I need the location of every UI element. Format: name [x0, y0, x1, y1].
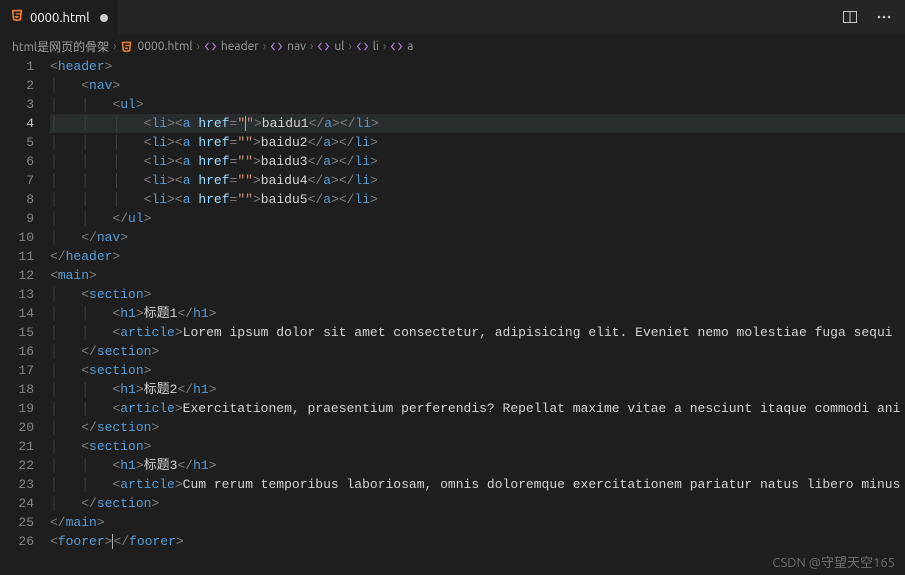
split-editor-icon[interactable]	[839, 6, 861, 28]
chevron-right-icon: ›	[197, 40, 200, 53]
line-number[interactable]: 8	[0, 190, 34, 209]
watermark: CSDN @守望天空165	[772, 552, 895, 571]
code-line[interactable]: │ <section>	[50, 285, 905, 304]
line-number[interactable]: 7	[0, 171, 34, 190]
line-number[interactable]: 1	[0, 57, 34, 76]
breadcrumb-ul[interactable]: ul	[334, 40, 344, 53]
line-number[interactable]: 4	[0, 114, 34, 133]
line-number[interactable]: 11	[0, 247, 34, 266]
symbol-tag-icon	[390, 40, 403, 53]
breadcrumb-li[interactable]: li	[373, 40, 379, 53]
code-line[interactable]: │ │ │ <li><a href="">baidu1</a></li>	[50, 114, 905, 133]
editor: 1234567891011121314151617181920212223242…	[0, 57, 905, 575]
breadcrumb-root[interactable]: html是网页的骨架	[12, 38, 109, 55]
breadcrumb-file[interactable]: 0000.html	[137, 40, 192, 53]
symbol-tag-icon	[270, 40, 283, 53]
line-number[interactable]: 14	[0, 304, 34, 323]
more-actions-icon[interactable]	[873, 6, 895, 28]
chevron-right-icon: ›	[113, 40, 116, 53]
code-line[interactable]: │ │ <article>Lorem ipsum dolor sit amet …	[50, 323, 905, 342]
line-number[interactable]: 3	[0, 95, 34, 114]
line-number[interactable]: 22	[0, 456, 34, 475]
chevron-right-icon: ›	[348, 40, 351, 53]
chevron-right-icon: ›	[383, 40, 386, 53]
chevron-right-icon: ›	[263, 40, 266, 53]
line-number[interactable]: 20	[0, 418, 34, 437]
line-number[interactable]: 9	[0, 209, 34, 228]
line-number[interactable]: 23	[0, 475, 34, 494]
line-number[interactable]: 25	[0, 513, 34, 532]
line-number[interactable]: 10	[0, 228, 34, 247]
line-number[interactable]: 2	[0, 76, 34, 95]
code-line[interactable]: │ </nav>	[50, 228, 905, 247]
code-line[interactable]: │ </section>	[50, 494, 905, 513]
line-number[interactable]: 26	[0, 532, 34, 551]
code-line[interactable]: │ </section>	[50, 418, 905, 437]
line-number[interactable]: 16	[0, 342, 34, 361]
code-line[interactable]: </header>	[50, 247, 905, 266]
code-line[interactable]: │ │ <article>Cum rerum temporibus labori…	[50, 475, 905, 494]
code-line[interactable]: │ │ <h1>标题1</h1>	[50, 304, 905, 323]
line-number[interactable]: 13	[0, 285, 34, 304]
tab-bar-actions	[839, 6, 905, 28]
code-line[interactable]: │ │ </ul>	[50, 209, 905, 228]
code-line[interactable]: │ │ │ <li><a href="">baidu2</a></li>	[50, 133, 905, 152]
code-line[interactable]: │ │ │ <li><a href="">baidu5</a></li>	[50, 190, 905, 209]
code-line[interactable]: │ │ <h1>标题2</h1>	[50, 380, 905, 399]
line-number[interactable]: 24	[0, 494, 34, 513]
code-line[interactable]: │ │ <ul>	[50, 95, 905, 114]
tab-bar-left: 0000.html	[0, 0, 118, 35]
breadcrumb-a[interactable]: a	[407, 40, 413, 53]
code-line[interactable]: </main>	[50, 513, 905, 532]
symbol-tag-icon	[356, 40, 369, 53]
line-number[interactable]: 19	[0, 399, 34, 418]
line-number[interactable]: 5	[0, 133, 34, 152]
chevron-right-icon: ›	[310, 40, 313, 53]
code-line[interactable]: │ </section>	[50, 342, 905, 361]
code-line[interactable]: │ <section>	[50, 437, 905, 456]
code-line[interactable]: <foorer></foorer>	[50, 532, 905, 551]
line-number[interactable]: 15	[0, 323, 34, 342]
breadcrumb[interactable]: html是网页的骨架 › 0000.html › header › nav › …	[0, 35, 905, 57]
code-line[interactable]: │ <nav>	[50, 76, 905, 95]
code-line[interactable]: │ <section>	[50, 361, 905, 380]
html-file-icon	[10, 8, 24, 27]
tab-bar: 0000.html	[0, 0, 905, 35]
code-line[interactable]: │ │ │ <li><a href="">baidu4</a></li>	[50, 171, 905, 190]
code-line[interactable]: │ │ │ <li><a href="">baidu3</a></li>	[50, 152, 905, 171]
line-number-gutter[interactable]: 1234567891011121314151617181920212223242…	[0, 57, 50, 575]
line-number[interactable]: 12	[0, 266, 34, 285]
editor-tab[interactable]: 0000.html	[0, 0, 118, 35]
html-file-icon	[120, 40, 133, 53]
code-line[interactable]: │ │ <article>Exercitationem, praesentium…	[50, 399, 905, 418]
code-line[interactable]: │ │ <h1>标题3</h1>	[50, 456, 905, 475]
line-number[interactable]: 18	[0, 380, 34, 399]
tab-title: 0000.html	[30, 11, 90, 25]
symbol-tag-icon	[204, 40, 217, 53]
tab-dirty-indicator	[100, 14, 108, 22]
line-number[interactable]: 17	[0, 361, 34, 380]
code-area[interactable]: <header>│ <nav>│ │ <ul>│ │ │ <li><a href…	[50, 57, 905, 575]
code-line[interactable]: <header>	[50, 57, 905, 76]
breadcrumb-nav[interactable]: nav	[287, 40, 306, 53]
breadcrumb-header[interactable]: header	[221, 40, 259, 53]
line-number[interactable]: 6	[0, 152, 34, 171]
line-number[interactable]: 21	[0, 437, 34, 456]
code-line[interactable]: <main>	[50, 266, 905, 285]
symbol-tag-icon	[317, 40, 330, 53]
